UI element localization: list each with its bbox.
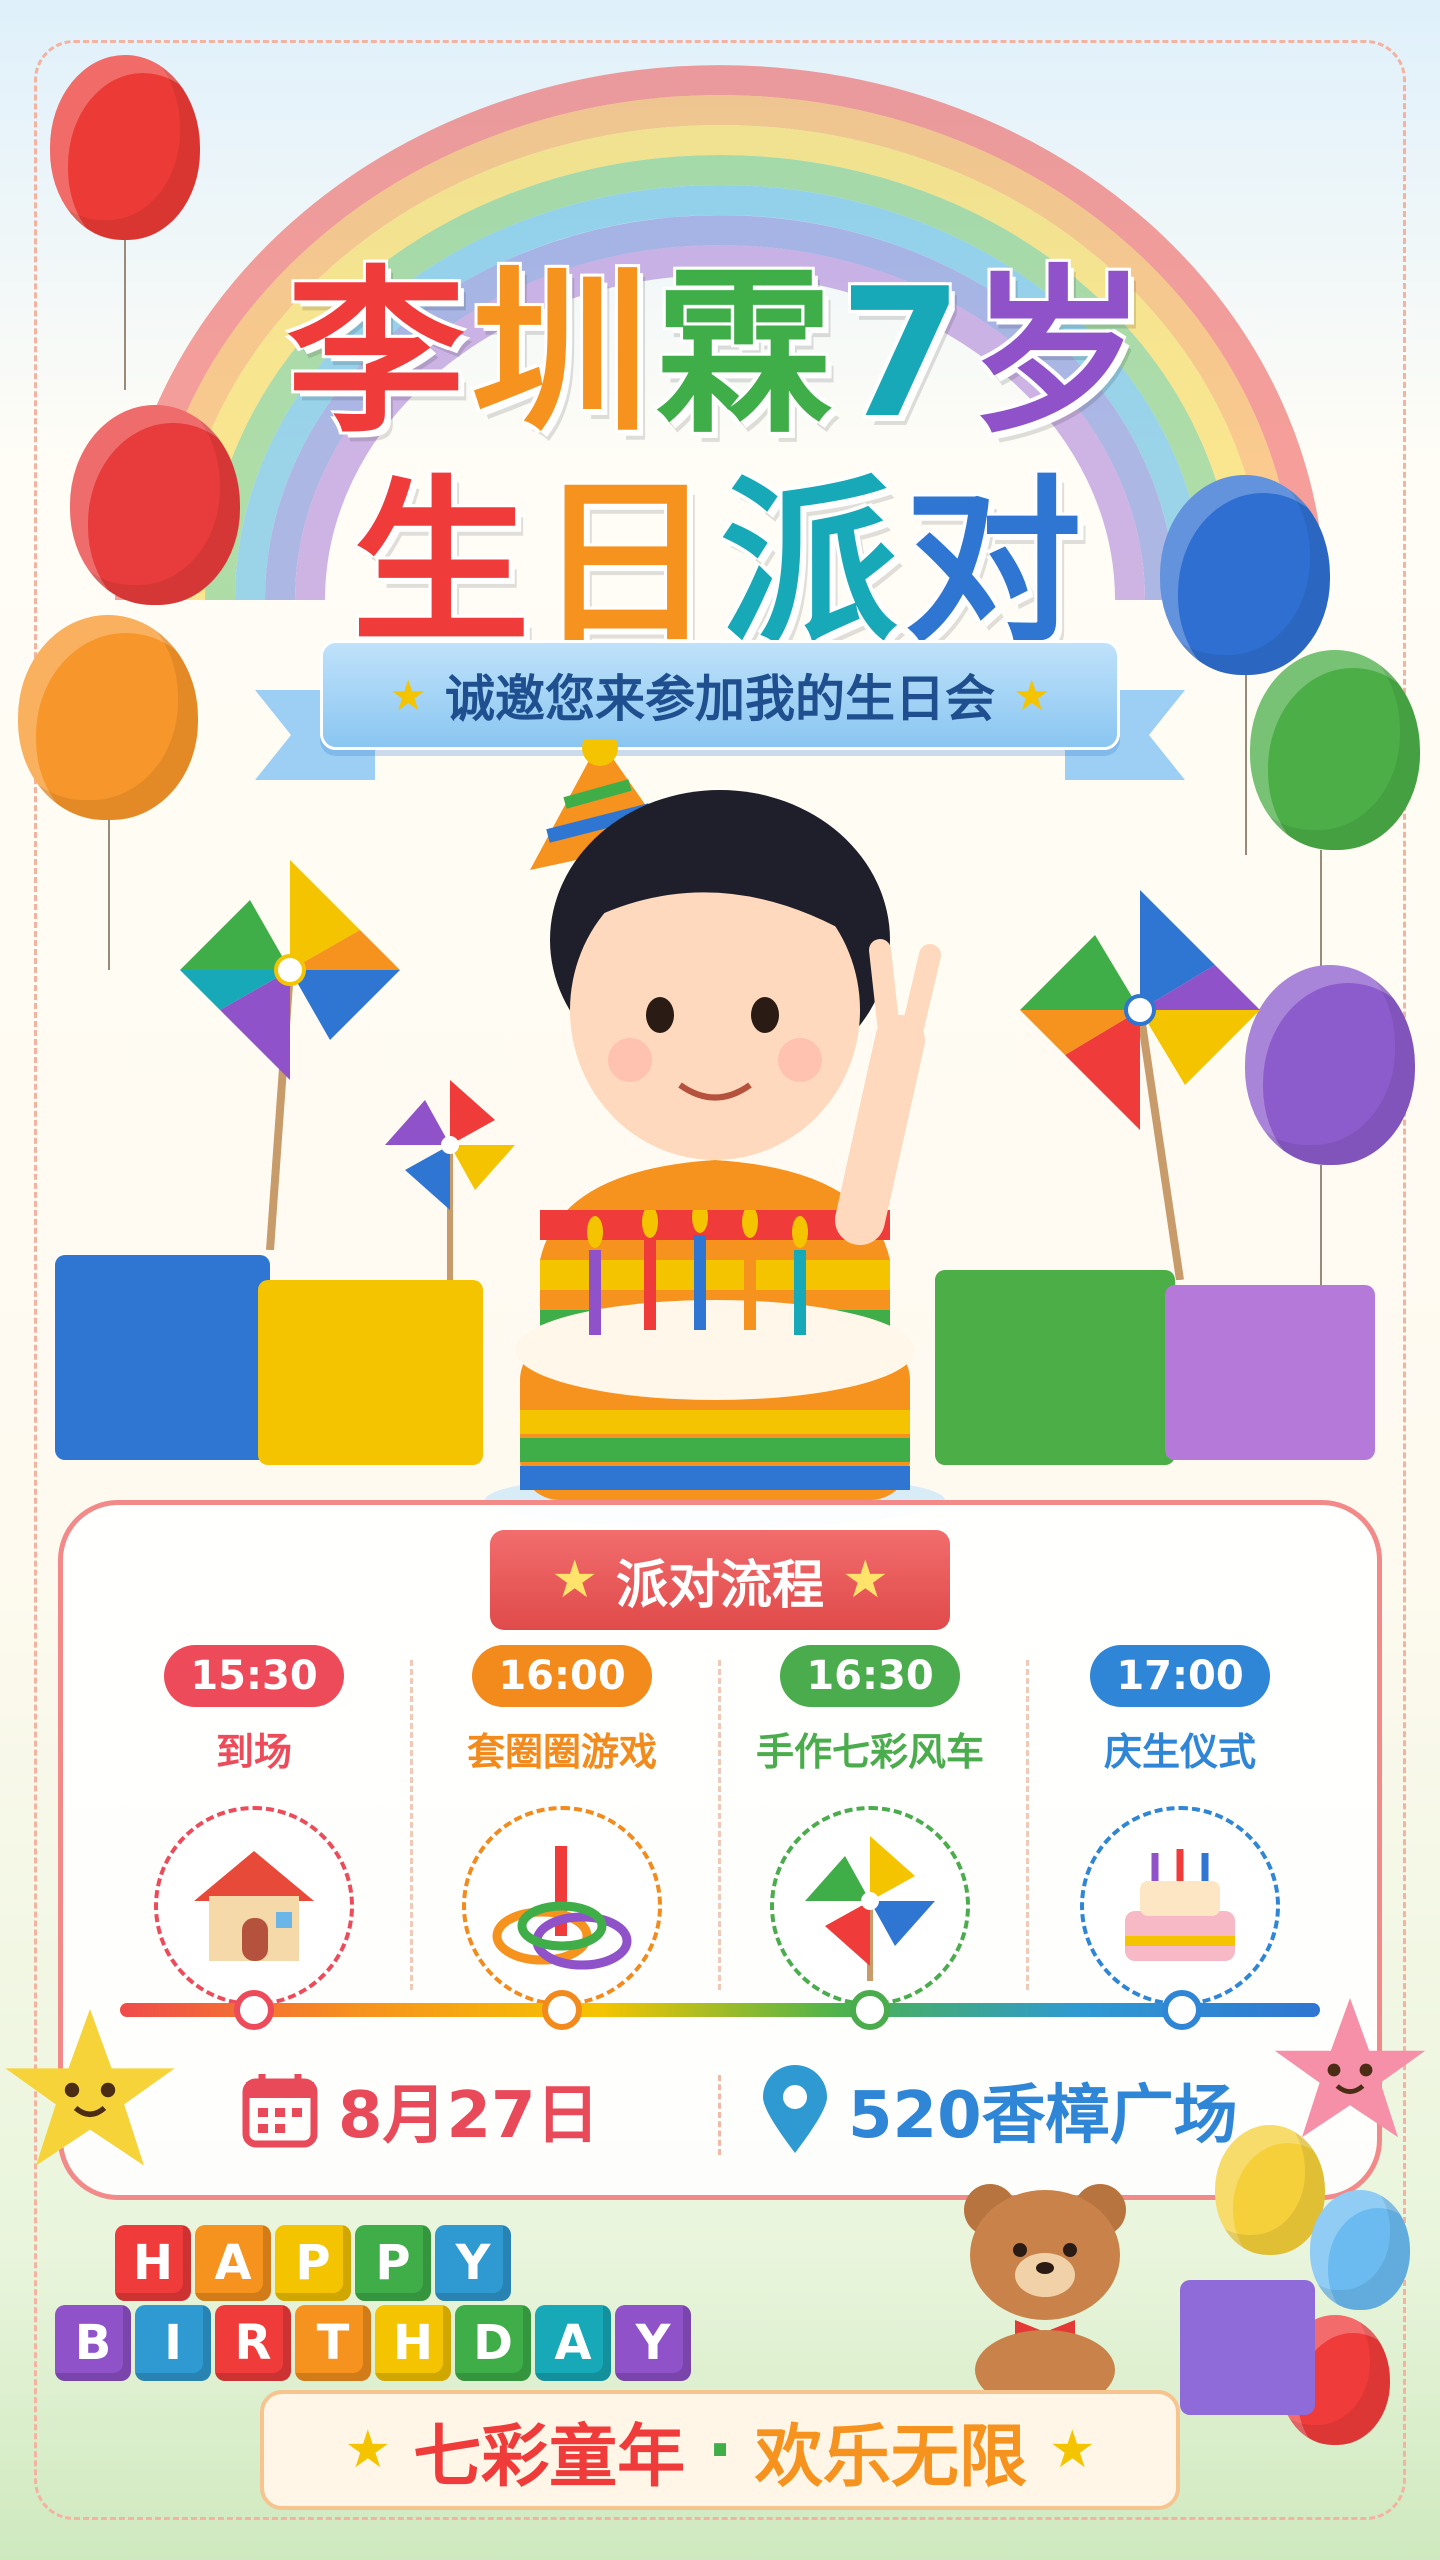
calendar-icon [242, 2074, 318, 2148]
timeline-node [850, 1990, 890, 2030]
pinwheel-icon [805, 1836, 935, 1981]
timeline-node [234, 1990, 274, 2030]
cake-icon [1125, 1849, 1235, 1961]
teddy-bear-icon [964, 2184, 1126, 2400]
balloon-yellow-icon [1215, 2125, 1325, 2255]
balloon-string [1320, 1165, 1322, 1305]
ring-toss-icon [492, 1846, 632, 1970]
letter-block: B [55, 2305, 131, 2381]
schedule-item-celebration: 17:00 庆生仪式 [1030, 1645, 1330, 2006]
timeline-node [1162, 1990, 1202, 2030]
title-char: 派 [720, 460, 904, 667]
letter-block: T [295, 2305, 371, 2381]
balloon-string [1245, 675, 1247, 855]
info-separator [718, 2075, 721, 2155]
balloon-string [108, 820, 110, 970]
letter-block: H [115, 2225, 191, 2301]
star-icon: ★ [551, 1550, 598, 1610]
letter-block: P [275, 2225, 351, 2301]
star-icon: ★ [389, 670, 427, 720]
balloon-green-icon [1250, 650, 1420, 850]
divider [1026, 1660, 1029, 1990]
location-text: 520香樟广场 [848, 2079, 1238, 2153]
schedule-heading: ★ 派对流程 ★ [490, 1530, 950, 1630]
time-pill: 16:00 [472, 1645, 652, 1707]
title-char: 日 [536, 460, 720, 667]
schedule-item-arrival: 15:30 到场 [104, 1645, 404, 2006]
slogan-part-1: 七彩童年 [413, 2417, 686, 2497]
activity-label: 手作七彩风车 [755, 1730, 984, 1774]
time-pill: 17:00 [1090, 1645, 1270, 1707]
letter-block: A [535, 2305, 611, 2381]
balloon-purple-icon [1245, 965, 1415, 1165]
time-pill: 15:30 [164, 1645, 344, 1707]
location-pin-icon [763, 2065, 827, 2153]
timeline-bar [120, 2003, 1320, 2017]
invite-text: 诚邀您来参加我的生日会 [445, 670, 995, 728]
balloon-blue-icon [1310, 2190, 1410, 2310]
star-icon: ★ [842, 1550, 889, 1610]
activity-label: 套圈圈游戏 [466, 1730, 657, 1774]
location-info: 520香樟广场 [760, 2065, 1238, 2155]
star-icon: ★ [1048, 2420, 1096, 2480]
date-info: 8月27日 [240, 2065, 600, 2155]
letter-block: H [375, 2305, 451, 2381]
activity-circle [154, 1806, 354, 2006]
title-char: 对 [904, 460, 1088, 667]
invite-ribbon: ★ 诚邀您来参加我的生日会 ★ [320, 640, 1120, 750]
activity-label: 到场 [215, 1730, 292, 1774]
letter-block: D [455, 2305, 531, 2381]
activity-circle [1080, 1806, 1280, 2006]
smiling-star-icon [5, 2009, 175, 2166]
gift-box-icon [1180, 2280, 1315, 2415]
title-char: 生 [352, 460, 536, 667]
date-text: 8月27日 [338, 2079, 600, 2153]
slogan-part-2: 欢乐无限 [754, 2417, 1027, 2497]
activity-circle [462, 1806, 662, 2006]
timeline-node [542, 1990, 582, 2030]
gift-box-icon [258, 1280, 483, 1465]
gift-box-icon [1165, 1285, 1375, 1460]
slogan-banner: ★ 七彩童年 · 欢乐无限 ★ [260, 2390, 1180, 2510]
pinwheel-icon [1020, 890, 1260, 1280]
activity-label: 庆生仪式 [1103, 1730, 1256, 1774]
letter-block: A [195, 2225, 271, 2301]
letter-block: Y [435, 2225, 511, 2301]
gift-box-icon [935, 1270, 1175, 1465]
star-icon: ★ [344, 2420, 392, 2480]
activity-circle [770, 1806, 970, 2006]
letter-block: P [355, 2225, 431, 2301]
title-line-2: 生日派对 [0, 420, 1440, 677]
slogan-dot: · [707, 2410, 733, 2490]
schedule-item-pinwheel-craft: 16:30 手作七彩风车 [720, 1645, 1020, 2006]
pinwheel-icon [180, 860, 400, 1250]
smiling-star-icon [1274, 1998, 1426, 2138]
letter-block: R [215, 2305, 291, 2381]
schedule-item-ring-toss: 16:00 套圈圈游戏 [412, 1645, 712, 2006]
gift-box-icon [55, 1255, 270, 1460]
letter-block: Y [615, 2305, 691, 2381]
schedule-heading-text: 派对流程 [615, 1555, 824, 1616]
star-icon: ★ [1013, 670, 1051, 720]
time-pill: 16:30 [780, 1645, 960, 1707]
birthday-cake-icon [485, 1210, 945, 1528]
house-icon [194, 1851, 314, 1961]
letter-block: I [135, 2305, 211, 2381]
